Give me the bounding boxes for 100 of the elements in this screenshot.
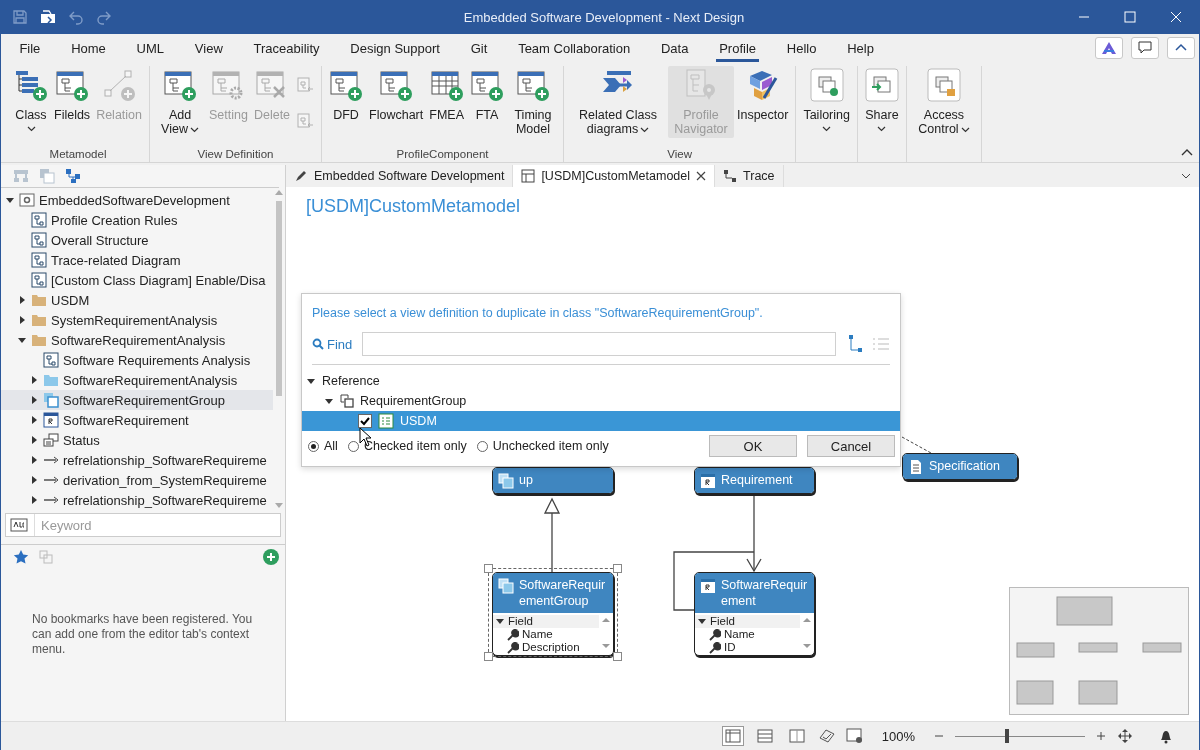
collapse-ribbon-button[interactable] [1167, 37, 1195, 59]
menu-tab[interactable]: File [4, 34, 56, 62]
menu-tab[interactable]: Help [831, 34, 890, 62]
tree-item[interactable]: SoftwareRequirementAnalysis [1, 370, 273, 390]
tree-item[interactable]: SoftwareRequirementAnalysis [1, 330, 273, 350]
class-node[interactable]: up [492, 467, 614, 494]
tree-item[interactable]: Profile Creation Rules [1, 210, 273, 230]
ribbon-button[interactable]: Tailoring [800, 66, 853, 134]
tree-item[interactable]: Overall Structure [1, 230, 273, 250]
radio-option[interactable]: Checked item only [347, 439, 467, 453]
class-node[interactable]: SoftwareRequirement Field Name ID [694, 572, 815, 656]
tree-item[interactable]: [Custom Class Diagram] Enable/Disa [1, 270, 273, 290]
menu-tab[interactable]: Data [645, 34, 704, 62]
menu-tab[interactable]: Hello [771, 34, 832, 62]
ribbon-button[interactable]: Inspector [734, 66, 792, 134]
layout-button[interactable] [721, 726, 744, 746]
wrench-icon [709, 628, 721, 641]
ribbon-button[interactable]: DFD [326, 66, 367, 134]
diagram-check-icon[interactable] [817, 728, 836, 744]
enum-icon [43, 432, 59, 448]
tree-item[interactable]: refrelationship_SoftwareRequireme [1, 450, 273, 470]
collapse-arrow-icon[interactable] [306, 376, 316, 386]
ribbon-button[interactable]: Related Class diagrams [568, 66, 668, 138]
nodes-icon[interactable] [65, 167, 83, 185]
cancel-button[interactable]: Cancel [807, 435, 895, 457]
connector-add-icon [102, 68, 137, 102]
menu-tab[interactable]: Profile [703, 34, 772, 62]
caret-icon[interactable] [1181, 173, 1191, 179]
menu-tab[interactable]: Home [55, 34, 122, 62]
bell-icon[interactable] [1159, 728, 1173, 744]
tree-item[interactable]: USDM [1, 290, 273, 310]
ribbon-button[interactable]: Add View [154, 66, 206, 138]
chevron-up-icon [1174, 43, 1188, 53]
class-node[interactable]: Specification [902, 453, 1018, 480]
star-icon[interactable] [13, 549, 29, 565]
window-gear-icon[interactable] [845, 728, 864, 744]
close-icon[interactable] [696, 171, 707, 181]
tree-item[interactable]: derivation_from_SystemRequireme [1, 470, 273, 490]
collapse-arrow-icon[interactable] [698, 618, 706, 625]
comment-button[interactable] [1131, 37, 1159, 59]
ribbon-button[interactable]: Class [11, 66, 51, 134]
plus-icon[interactable] [1095, 730, 1107, 742]
class-node[interactable]: SoftwareRequirementGroup Field Name Description [492, 572, 614, 656]
ribbon-button[interactable]: Timing Model [507, 66, 559, 138]
caret-icon [640, 126, 650, 133]
keyword-field[interactable]: Keyword [34, 514, 280, 536]
scroll-arrows-icon[interactable] [601, 616, 611, 650]
editor-tab[interactable]: Trace [715, 165, 784, 187]
document-icon [908, 459, 924, 475]
menu-tab[interactable]: View [179, 34, 239, 62]
radio-option[interactable]: All [308, 439, 338, 453]
ok-button[interactable]: OK [709, 435, 797, 457]
resize-handle[interactable] [484, 564, 493, 573]
resize-handle[interactable] [613, 564, 622, 573]
menu-tab[interactable]: Team Collaboration [502, 34, 646, 62]
tree-item[interactable]: RequirementGroup [302, 391, 900, 411]
tree-item[interactable]: SoftwareRequirement [1, 410, 273, 430]
tree-item[interactable]: EmbeddedSoftwareDevelopment [1, 190, 273, 210]
tree-item[interactable]: Status [1, 430, 273, 450]
tree-view-icon[interactable] [848, 334, 864, 354]
text-filter-icon [10, 518, 28, 532]
resize-handle[interactable] [484, 652, 493, 661]
ribbon-button[interactable]: Access Control [910, 66, 977, 138]
diagram-add-icon [516, 68, 550, 102]
tree-item[interactable]: Software Requirements Analysis [1, 350, 273, 370]
collapse-arrow-icon[interactable] [17, 335, 27, 345]
collapse-arrow-icon[interactable] [324, 396, 334, 406]
menu-tab[interactable]: Traceability [238, 34, 335, 62]
group-icon [340, 394, 354, 408]
logo-button[interactable] [1095, 37, 1123, 59]
add-icon[interactable] [263, 549, 279, 565]
tree-item[interactable]: SoftwareRequirementGroup [1, 390, 273, 410]
scroll-arrows-icon[interactable] [802, 616, 812, 650]
tree-item[interactable]: refrelationship_SoftwareRequireme [1, 490, 273, 510]
find-link[interactable]: Find [312, 336, 354, 352]
menu-tab[interactable]: Design Support [334, 34, 456, 62]
logo-icon [1101, 41, 1117, 55]
search-field[interactable] [362, 332, 836, 356]
ribbon-button[interactable]: Share [861, 66, 902, 134]
collapse-arrow-icon[interactable] [5, 195, 15, 205]
menu-tab[interactable]: Git [455, 34, 503, 62]
radio-option[interactable]: Unchecked item only [476, 439, 609, 453]
ribbon-button[interactable]: Flowchart [366, 66, 427, 134]
class-node[interactable]: Requirement [694, 467, 815, 494]
tree-item[interactable]: Trace-related Diagram [1, 250, 273, 270]
tree-item[interactable]: Reference [302, 371, 900, 391]
caret-icon [960, 126, 970, 133]
resize-handle[interactable] [613, 652, 622, 661]
checkbox[interactable] [358, 414, 372, 428]
search-box[interactable]: Keyword [5, 513, 281, 537]
comment-icon [1137, 41, 1153, 55]
ribbon-button[interactable]: Filelds [51, 66, 94, 134]
ribbon-button[interactable]: FMEA [426, 66, 467, 134]
move-icon[interactable] [1117, 728, 1133, 744]
collapse-arrow-icon[interactable] [496, 618, 504, 625]
editor-tab[interactable]: [USDM]CustomMetamodel [513, 165, 716, 187]
menu-tab[interactable]: UML [121, 34, 180, 62]
ribbon-button[interactable]: FTA [467, 66, 507, 134]
tree-item[interactable]: SystemRequirementAnalysis [1, 310, 273, 330]
wrench-icon [507, 628, 519, 641]
